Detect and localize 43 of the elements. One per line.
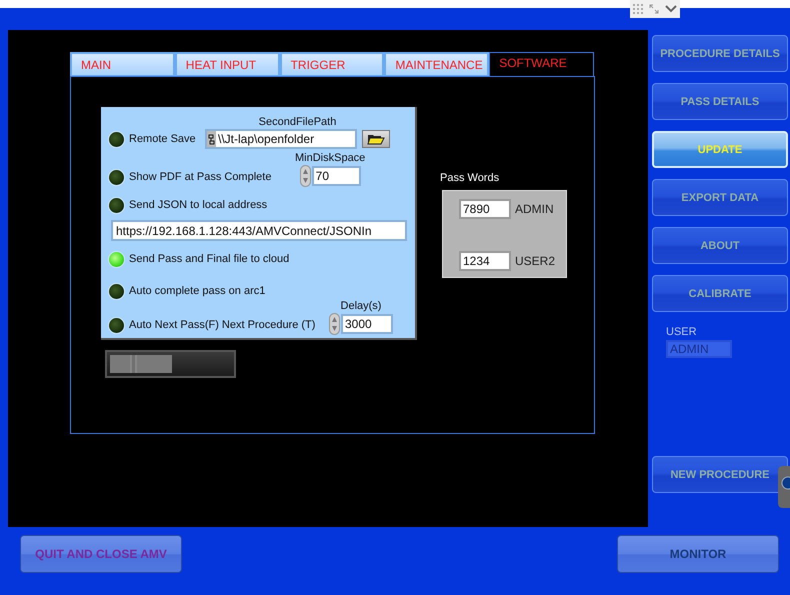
user-field[interactable]: ADMIN (666, 340, 732, 358)
nav-button[interactable]: UPDATE (652, 131, 788, 168)
indicator-light[interactable] (109, 284, 124, 298)
indicator-light[interactable] (109, 198, 124, 212)
indicator-light[interactable] (109, 170, 124, 184)
indicator-light[interactable] (109, 132, 124, 146)
password-field[interactable]: 7890 (459, 199, 511, 219)
user-label: ADMIN (515, 202, 554, 216)
path-icon (207, 131, 216, 147)
indicator-label: Send Pass and Final file to cloud (129, 253, 290, 265)
quit-button[interactable]: QUIT AND CLOSE AMV (20, 535, 182, 573)
field-label: Delay(s) (340, 300, 382, 312)
numeric-field[interactable]: 70 (312, 166, 361, 186)
field-label: SecondFilePath (258, 116, 336, 128)
section-title: Pass Words (440, 172, 500, 184)
folder-icon (367, 133, 385, 145)
indicator-label: Remote Save (129, 133, 196, 145)
switch-thumb[interactable] (110, 355, 172, 373)
path-field[interactable]: \\Jt-lap\openfolder (205, 129, 357, 149)
user-label: USER (666, 326, 698, 338)
numeric-field[interactable]: 3000 (341, 314, 393, 334)
tab[interactable]: HEAT INPUT (174, 52, 280, 76)
tab[interactable]: MAINTENANCE (384, 52, 490, 76)
indicator-light[interactable] (109, 318, 124, 332)
tab[interactable]: TRIGGER (280, 52, 384, 76)
tab[interactable]: MAIN (70, 52, 175, 76)
side-tab-icon[interactable] (778, 466, 790, 508)
password-field[interactable]: 1234 (459, 251, 511, 271)
user-label: USER2 (515, 254, 556, 268)
indicator-label: Show PDF at Pass Complete (129, 171, 272, 183)
monitor-button[interactable]: MONITOR (617, 535, 779, 573)
tab[interactable]: SOFTWARE (489, 52, 594, 76)
spin-buttons[interactable] (300, 165, 311, 187)
resize-icon[interactable] (648, 4, 659, 14)
url-field[interactable]: https://192.168.1.128:443/AMVConnect/JSONIn (111, 220, 407, 241)
slide-switch[interactable] (105, 350, 236, 378)
field-label: MinDiskSpace (295, 152, 366, 164)
chevron-down-icon[interactable] (664, 4, 678, 14)
spin-buttons[interactable] (329, 313, 340, 335)
indicator-label: Auto Next Pass(F) Next Procedure (T) (129, 319, 316, 331)
indicator-label: Auto complete pass on arc1 (129, 285, 266, 297)
browse-button[interactable] (362, 130, 390, 148)
indicator-label: Send JSON to local address (129, 199, 268, 211)
